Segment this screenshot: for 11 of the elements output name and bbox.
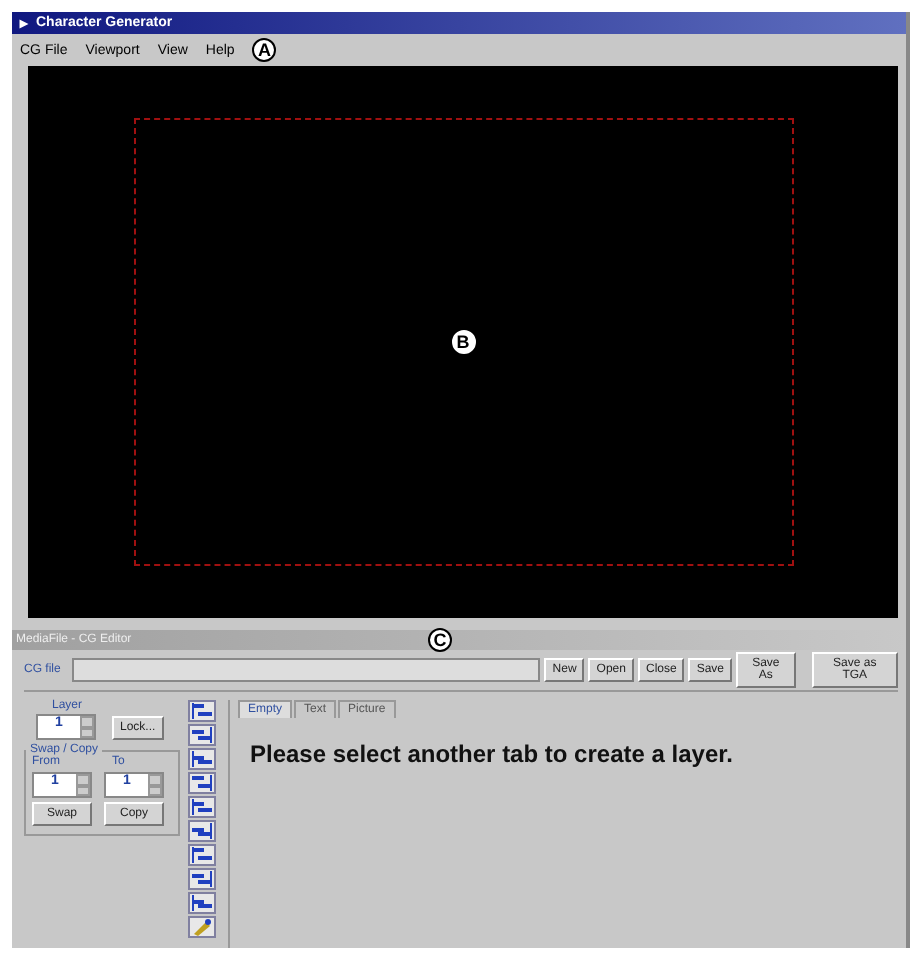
align-bottom-icon[interactable] — [188, 772, 216, 794]
brush-icon[interactable] — [188, 916, 216, 938]
app-icon — [18, 17, 30, 29]
hint-message: Please select another tab to create a layer. — [250, 740, 735, 768]
file-field[interactable] — [71, 658, 541, 682]
align-right-icon[interactable] — [188, 724, 216, 746]
align-left-icon[interactable] — [188, 700, 216, 722]
callout-marker: B — [451, 330, 475, 354]
align-top-icon[interactable] — [188, 748, 216, 770]
callout-marker: C — [428, 628, 452, 652]
callout-marker: A — [252, 38, 277, 62]
